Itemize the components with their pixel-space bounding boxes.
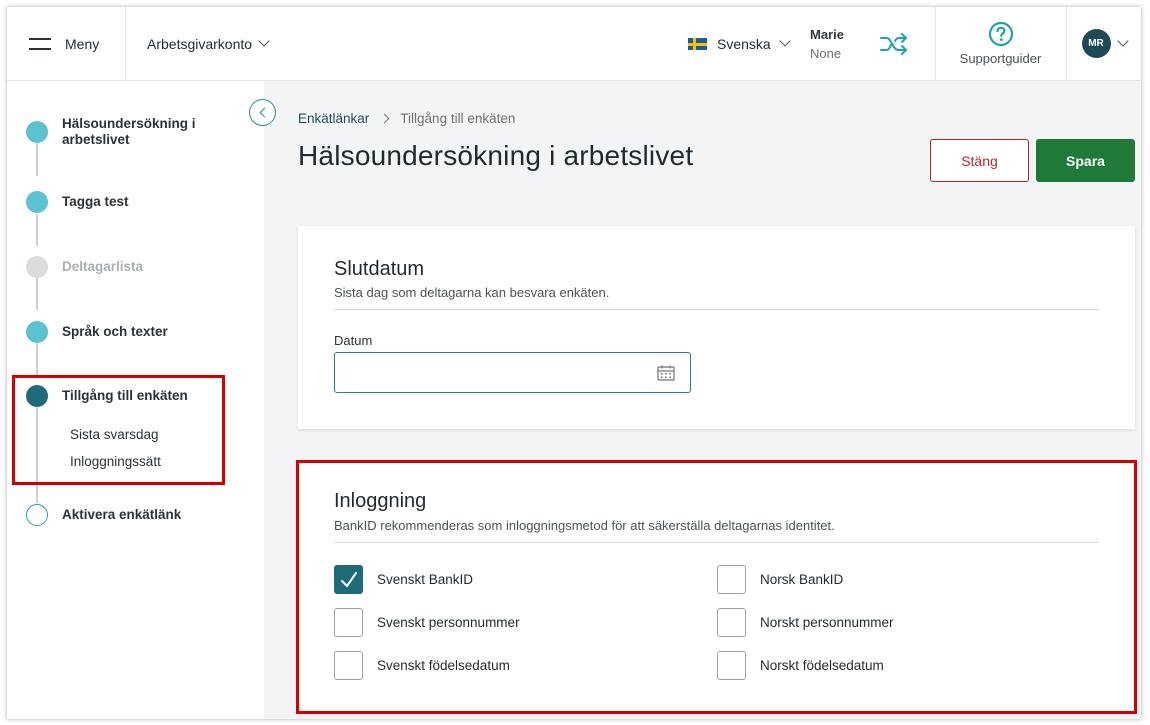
step-language-texts[interactable]: Språk och texter [62, 324, 168, 340]
breadcrumb-link[interactable]: Enkätlänkar [298, 111, 369, 126]
stepper-sidebar: Hälsoundersökning i arbetslivet Tagga te… [7, 81, 264, 719]
app-window: Meny Arbetsgivarkonto Svenska Marie None [7, 7, 1141, 719]
step-connector [36, 278, 38, 310]
breadcrumb-current: Tillgång till enkäten [400, 111, 516, 126]
card-description: Sista dag som deltagarna kan besvara enk… [334, 285, 610, 300]
menu-button[interactable]: Meny [29, 7, 99, 80]
chevron-down-icon [1116, 35, 1129, 47]
card-title: Slutdatum [334, 258, 425, 280]
step-connector [36, 343, 38, 375]
date-input[interactable] [334, 352, 691, 393]
highlight-box [12, 375, 225, 485]
switch-account-button[interactable] [879, 7, 909, 80]
calendar-icon[interactable] [657, 365, 675, 381]
help-icon [988, 21, 1013, 47]
step-connector [36, 143, 38, 176]
user-name: Marie [810, 26, 844, 42]
breadcrumb: Enkätlänkar Tillgång till enkäten [298, 111, 515, 126]
step-done-icon [26, 191, 48, 213]
date-label: Datum [334, 333, 373, 348]
shuffle-icon [880, 32, 907, 55]
step-done-icon [26, 121, 48, 143]
step-activate-link[interactable]: Aktivera enkätlänk [62, 507, 181, 523]
highlight-box [296, 460, 1137, 714]
save-button[interactable]: Spara [1036, 139, 1135, 182]
menu-label: Meny [65, 35, 100, 52]
step-todo-icon [26, 504, 48, 526]
language-label: Svenska [717, 35, 771, 52]
close-button[interactable]: Stäng [930, 139, 1029, 182]
header-divider [125, 7, 126, 80]
chevron-left-icon [259, 107, 269, 118]
divider [334, 309, 1099, 310]
hamburger-icon [29, 37, 51, 50]
chevron-down-icon [258, 35, 270, 47]
chevron-down-icon [779, 35, 791, 47]
top-header: Meny Arbetsgivarkonto Svenska Marie None [7, 7, 1141, 81]
step-tag-test[interactable]: Tagga test [62, 194, 129, 210]
end-date-card: Slutdatum Sista dag som deltagarna kan b… [298, 226, 1135, 429]
avatar: MR [1081, 29, 1111, 58]
step-connector [36, 214, 38, 246]
account-label: Arbetsgivarkonto [147, 35, 253, 52]
support-guides-button[interactable]: Supportguider [935, 7, 1066, 80]
user-info: Marie None [810, 7, 844, 80]
swedish-flag-icon [688, 37, 707, 50]
profile-menu[interactable]: MR [1067, 7, 1141, 80]
page-title: Hälsoundersökning i arbetslivet [298, 140, 694, 171]
step-health-survey[interactable]: Hälsoundersökning i arbetslivet [62, 116, 232, 148]
support-label: Supportguider [959, 51, 1042, 66]
account-dropdown[interactable]: Arbetsgivarkonto [147, 7, 270, 80]
step-participant-list: Deltagarlista [62, 259, 144, 274]
collapse-sidebar-button[interactable] [249, 99, 276, 126]
language-dropdown[interactable]: Svenska [688, 7, 791, 80]
step-disabled-icon [26, 256, 48, 278]
step-done-icon [26, 321, 48, 343]
chevron-right-icon [379, 113, 390, 124]
user-subtitle: None [810, 45, 842, 61]
